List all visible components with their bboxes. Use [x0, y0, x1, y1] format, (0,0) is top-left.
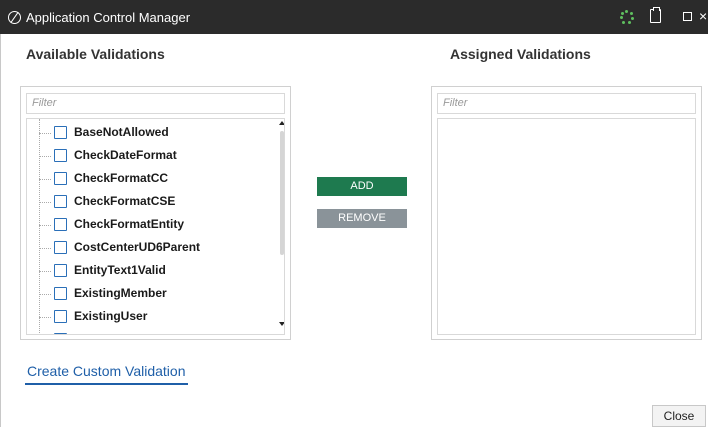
clipboard-icon[interactable]: [650, 7, 661, 23]
create-custom-validation-link[interactable]: Create Custom Validation: [27, 363, 185, 379]
item-checkbox[interactable]: [54, 264, 67, 277]
item-label: BaseNotAllowed: [74, 125, 169, 139]
available-filter-input[interactable]: Filter: [26, 93, 285, 114]
assigned-filter-input[interactable]: Filter: [437, 93, 696, 114]
scroll-down-arrow-icon[interactable]: [279, 322, 284, 326]
list-item[interactable]: EntityText1Valid: [27, 262, 267, 282]
list-scrollbar[interactable]: [278, 119, 284, 334]
item-label: CheckFormatCSE: [74, 194, 176, 208]
item-label: CheckFormatEntity: [74, 217, 185, 231]
window-border: [0, 34, 1, 427]
item-label: ExistingUser: [74, 309, 148, 323]
assigned-validations-list[interactable]: [437, 118, 696, 335]
item-label: CheckFormatCC: [74, 171, 169, 185]
available-validations-panel: Filter BaseNotAllowed CheckDateFormat Ch…: [20, 86, 291, 340]
list-item[interactable]: ExistingUser: [27, 308, 267, 328]
close-button[interactable]: Close: [652, 405, 706, 427]
item-checkbox[interactable]: [54, 310, 67, 323]
list-item[interactable]: BaseNotAllowed: [27, 124, 267, 144]
item-checkbox[interactable]: [54, 195, 67, 208]
list-item[interactable]: CheckFormatCC: [27, 170, 267, 190]
item-label: ExistingMember: [74, 286, 167, 300]
list-item[interactable]: CheckDateFormat: [27, 147, 267, 167]
loading-spinner-icon: [620, 10, 634, 24]
list-item[interactable]: ExistingMember: [27, 285, 267, 305]
item-checkbox[interactable]: [54, 172, 67, 185]
list-item[interactable]: CheckFormatCSE: [27, 193, 267, 213]
window-close-icon[interactable]: ×: [699, 8, 707, 24]
remove-button[interactable]: REMOVE: [317, 209, 407, 228]
add-button[interactable]: ADD: [317, 177, 407, 196]
window-title: Application Control Manager: [26, 10, 191, 25]
maximize-icon[interactable]: [683, 12, 692, 21]
item-checkbox[interactable]: [54, 149, 67, 162]
item-checkbox[interactable]: [54, 333, 67, 334]
item-checkbox[interactable]: [54, 241, 67, 254]
title-bar: Application Control Manager ×: [0, 0, 708, 34]
assigned-validations-heading: Assigned Validations: [450, 46, 591, 62]
scroll-thumb[interactable]: [280, 131, 284, 255]
link-underline: [25, 383, 188, 385]
list-item-partial[interactable]: [27, 331, 267, 334]
available-validations-list[interactable]: BaseNotAllowed CheckDateFormat CheckForm…: [26, 118, 285, 335]
item-checkbox[interactable]: [54, 287, 67, 300]
item-checkbox[interactable]: [54, 126, 67, 139]
item-label: CostCenterUD6Parent: [74, 240, 201, 254]
item-label: CheckDateFormat: [74, 148, 177, 162]
list-item[interactable]: CostCenterUD6Parent: [27, 239, 267, 259]
assigned-validations-panel: Filter: [431, 86, 702, 340]
item-checkbox[interactable]: [54, 218, 67, 231]
item-label: EntityText1Valid: [74, 263, 166, 277]
scroll-up-arrow-icon[interactable]: [279, 121, 284, 125]
list-item[interactable]: CheckFormatEntity: [27, 216, 267, 236]
app-window: Application Control Manager × Available …: [0, 0, 708, 427]
available-validations-heading: Available Validations: [26, 46, 165, 62]
app-logo-icon: [8, 11, 21, 24]
